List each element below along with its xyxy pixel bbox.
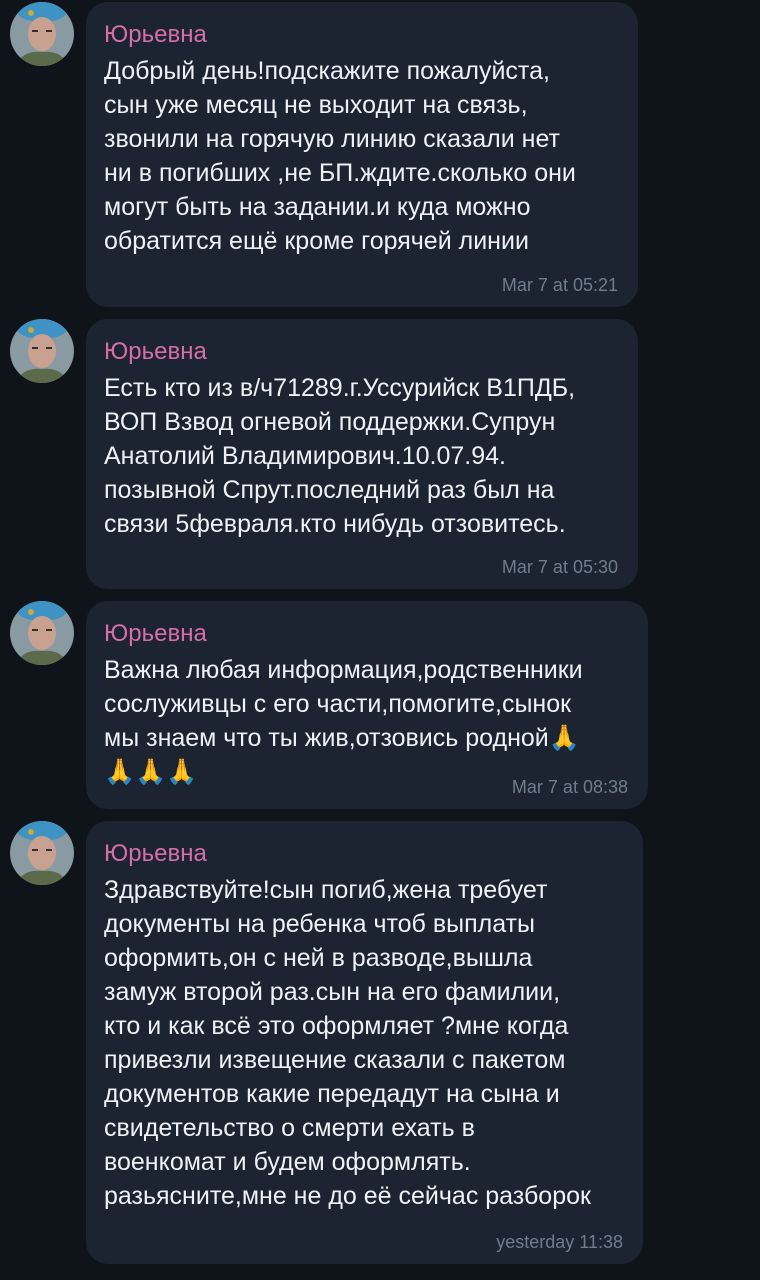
avatar[interactable]	[10, 821, 74, 885]
avatar[interactable]	[10, 2, 74, 66]
message-text: Здравствуйте!сын погиб,жена требует доку…	[104, 876, 591, 1210]
message-time: yesterday 11:38	[496, 1232, 623, 1252]
message-time: Mar 7 at 05:21	[501, 275, 618, 295]
message-bubble[interactable]: Юрьевна Важна любая информация,родственн…	[86, 601, 648, 809]
sender-name[interactable]: Юрьевна	[104, 619, 630, 649]
message-time: Mar 7 at 08:38	[511, 777, 628, 797]
avatar[interactable]	[10, 319, 74, 383]
sender-name[interactable]: Юрьевна	[104, 20, 620, 50]
message-text: Важна любая информация,родственники сосл…	[104, 656, 583, 786]
message-time: Mar 7 at 05:30	[501, 557, 618, 577]
message-text: Есть кто из в/ч71289.г.Уссурийск В1ПДБ, …	[104, 374, 576, 538]
sender-name[interactable]: Юрьевна	[104, 839, 625, 869]
message-bubble[interactable]: Юрьевна Здравствуйте!сын погиб,жена треб…	[86, 821, 643, 1264]
sender-name[interactable]: Юрьевна	[104, 337, 620, 367]
message-bubble[interactable]: Юрьевна Есть кто из в/ч71289.г.Уссурийск…	[86, 319, 638, 589]
message-text: Добрый день!подскажите пожалуйста, сын у…	[104, 57, 576, 255]
message-bubble[interactable]: Юрьевна Добрый день!подскажите пожалуйст…	[86, 2, 638, 307]
avatar[interactable]	[10, 601, 74, 665]
